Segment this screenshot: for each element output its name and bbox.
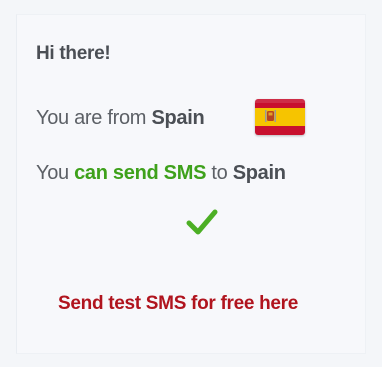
sms-capability-text: can send SMS <box>74 162 207 184</box>
sms-capability-line: You can send SMS to Spain <box>36 162 286 185</box>
from-country-name: Spain <box>151 107 205 129</box>
from-country-line: You are from Spain <box>36 107 205 130</box>
page-frame: Hi there! You are from Spain You can sen… <box>0 0 382 367</box>
sms-prefix-text: You <box>36 162 75 184</box>
sms-middle-text: to <box>206 162 233 184</box>
spain-flag-icon <box>255 99 305 135</box>
send-test-sms-link[interactable]: Send test SMS for free here <box>58 293 298 315</box>
checkmark-icon <box>186 206 218 238</box>
from-prefix-text: You are from <box>36 107 152 129</box>
greeting-text: Hi there! <box>36 43 111 64</box>
sms-country-name: Spain <box>232 162 286 184</box>
